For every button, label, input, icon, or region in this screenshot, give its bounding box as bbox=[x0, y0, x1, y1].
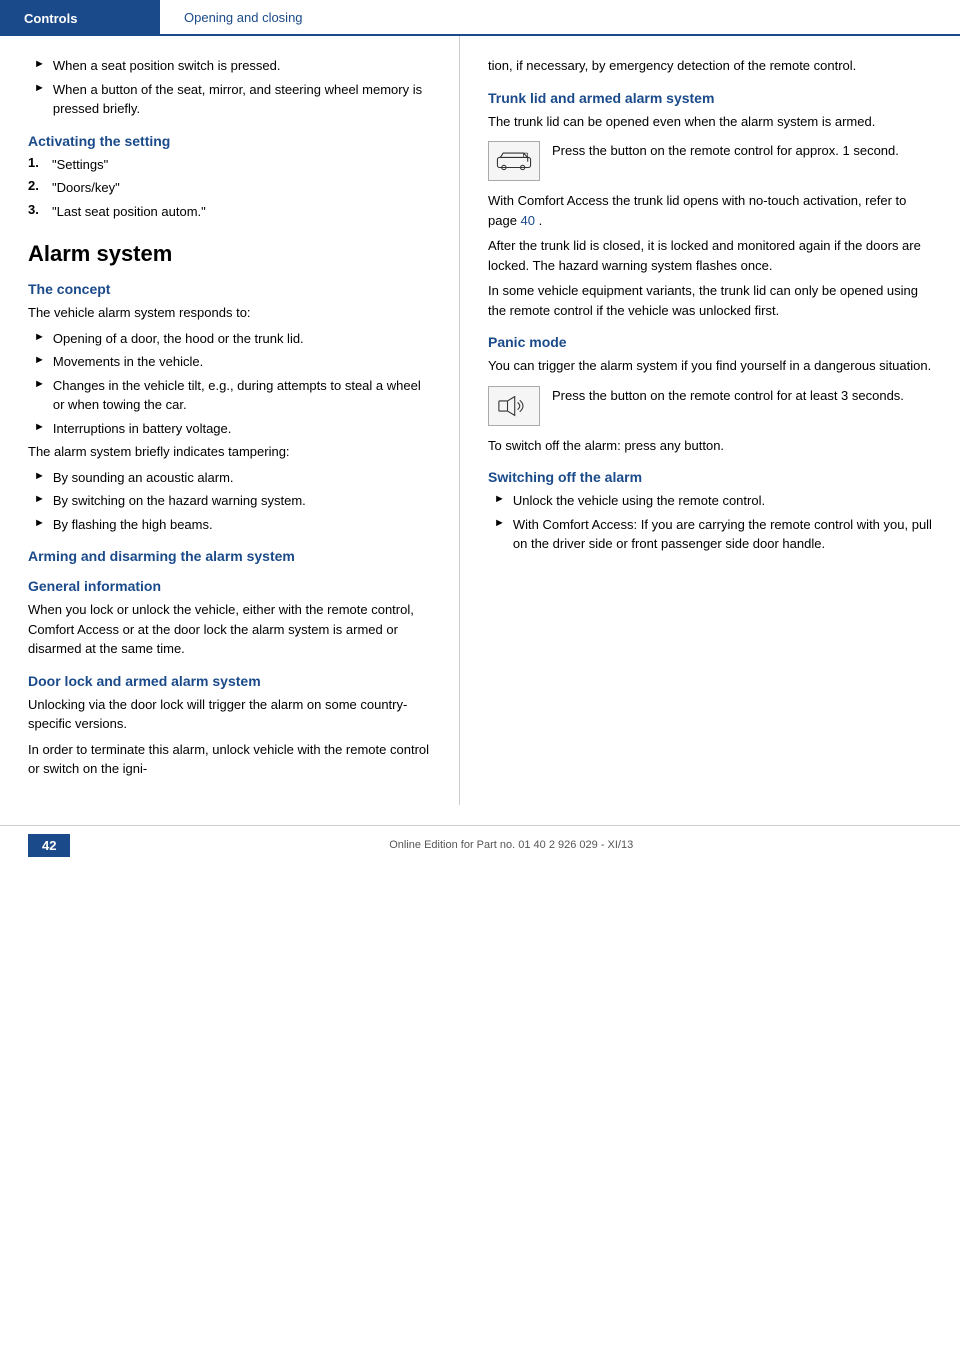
bullet-arrow-icon: ► bbox=[34, 331, 45, 343]
concept-intro: The vehicle alarm system responds to: bbox=[28, 303, 431, 323]
bullet-arrow-icon: ► bbox=[34, 493, 45, 505]
step-number: 2. bbox=[28, 178, 44, 198]
bullet-arrow-icon: ► bbox=[494, 493, 505, 505]
list-item: ► By switching on the hazard warning sys… bbox=[28, 491, 431, 511]
panic-text1: You can trigger the alarm system if you … bbox=[488, 356, 932, 376]
door-lock-text2: In order to terminate this alarm, unlock… bbox=[28, 740, 431, 779]
tab-controls[interactable]: Controls bbox=[0, 0, 160, 36]
concept-bullet-3: Changes in the vehicle tilt, e.g., durin… bbox=[53, 376, 431, 415]
concept-bullet-1: Opening of a door, the hood or the trunk… bbox=[53, 329, 304, 349]
bullet-arrow-icon: ► bbox=[34, 470, 45, 482]
page-number: 42 bbox=[28, 834, 70, 857]
bullet-arrow-icon: ► bbox=[34, 82, 45, 94]
panic-icon-row: Press the button on the remote control f… bbox=[488, 386, 932, 426]
panic-remote-icon bbox=[488, 386, 540, 426]
trunk-text2-span: With Comfort Access the trunk lid opens … bbox=[488, 193, 906, 228]
activating-heading: Activating the setting bbox=[28, 133, 431, 149]
bullet-arrow-icon: ► bbox=[34, 421, 45, 433]
speaker-svg-icon bbox=[496, 392, 532, 420]
switching-heading: Switching off the alarm bbox=[488, 469, 932, 485]
list-item: ► Opening of a door, the hood or the tru… bbox=[28, 329, 431, 349]
panic-text2: To switch off the alarm: press any butto… bbox=[488, 436, 932, 456]
main-content: ► When a seat position switch is pressed… bbox=[0, 36, 960, 805]
trunk-icon-text: Press the button on the remote control f… bbox=[552, 141, 932, 161]
tampering-bullet-3: By flashing the high beams. bbox=[53, 515, 213, 535]
step-number: 3. bbox=[28, 202, 44, 222]
list-item: ► When a button of the seat, mirror, and… bbox=[28, 80, 431, 119]
page-header: Controls Opening and closing bbox=[0, 0, 960, 36]
bullet-arrow-icon: ► bbox=[34, 378, 45, 390]
step-text-3: "Last seat position autom." bbox=[52, 202, 206, 222]
list-item: ► Movements in the vehicle. bbox=[28, 352, 431, 372]
switching-bullet-2: With Comfort Access: If you are carrying… bbox=[513, 515, 932, 554]
tab-opening-closing-label: Opening and closing bbox=[184, 10, 303, 25]
intro-bullet-1: When a seat position switch is pressed. bbox=[53, 56, 281, 76]
door-lock-text1: Unlocking via the door lock will trigger… bbox=[28, 695, 431, 734]
step-text-2: "Doors/key" bbox=[52, 178, 120, 198]
switching-bullet-1: Unlock the vehicle using the remote cont… bbox=[513, 491, 765, 511]
tampering-intro: The alarm system briefly indicates tampe… bbox=[28, 442, 431, 462]
list-item: 1. "Settings" bbox=[28, 155, 431, 175]
tab-controls-label: Controls bbox=[24, 11, 77, 26]
trunk-text1: The trunk lid can be opened even when th… bbox=[488, 112, 932, 132]
door-lock-heading: Door lock and armed alarm system bbox=[28, 673, 431, 689]
list-item: 2. "Doors/key" bbox=[28, 178, 431, 198]
list-item: 3. "Last seat position autom." bbox=[28, 202, 431, 222]
general-heading: General information bbox=[28, 578, 431, 594]
trunk-icon-row: Press the button on the remote control f… bbox=[488, 141, 932, 181]
list-item: ► When a seat position switch is pressed… bbox=[28, 56, 431, 76]
concept-bullet-4: Interruptions in battery voltage. bbox=[53, 419, 232, 439]
right-column: tion, if necessary, by emergency detecti… bbox=[460, 36, 960, 805]
list-item: ► Changes in the vehicle tilt, e.g., dur… bbox=[28, 376, 431, 415]
list-item: ► By flashing the high beams. bbox=[28, 515, 431, 535]
alarm-system-heading: Alarm system bbox=[28, 241, 431, 267]
bullet-arrow-icon: ► bbox=[494, 517, 505, 529]
panic-heading: Panic mode bbox=[488, 334, 932, 350]
concept-heading: The concept bbox=[28, 281, 431, 297]
panic-icon-text: Press the button on the remote control f… bbox=[552, 386, 932, 406]
list-item: ► Unlock the vehicle using the remote co… bbox=[488, 491, 932, 511]
tab-opening-closing[interactable]: Opening and closing bbox=[160, 0, 960, 36]
trunk-text4: In some vehicle equipment variants, the … bbox=[488, 281, 932, 320]
list-item: ► Interruptions in battery voltage. bbox=[28, 419, 431, 439]
list-item: ► By sounding an acoustic alarm. bbox=[28, 468, 431, 488]
list-item: ► With Comfort Access: If you are carryi… bbox=[488, 515, 932, 554]
bullet-arrow-icon: ► bbox=[34, 517, 45, 529]
left-column: ► When a seat position switch is pressed… bbox=[0, 36, 460, 805]
ignition-text: tion, if necessary, by emergency detecti… bbox=[488, 56, 932, 76]
intro-bullet-2: When a button of the seat, mirror, and s… bbox=[53, 80, 431, 119]
trunk-page-ref: 40 bbox=[521, 213, 535, 228]
trunk-remote-icon bbox=[488, 141, 540, 181]
arming-heading: Arming and disarming the alarm system bbox=[28, 548, 431, 564]
trunk-heading: Trunk lid and armed alarm system bbox=[488, 90, 932, 106]
general-text: When you lock or unlock the vehicle, eit… bbox=[28, 600, 431, 659]
tampering-bullet-1: By sounding an acoustic alarm. bbox=[53, 468, 234, 488]
footer-text: Online Edition for Part no. 01 40 2 926 … bbox=[90, 839, 932, 851]
car-svg-icon bbox=[496, 147, 532, 175]
trunk-text2: With Comfort Access the trunk lid opens … bbox=[488, 191, 932, 230]
page-footer: 42 Online Edition for Part no. 01 40 2 9… bbox=[0, 825, 960, 865]
trunk-text2b-span: . bbox=[539, 213, 543, 228]
concept-bullet-2: Movements in the vehicle. bbox=[53, 352, 203, 372]
tampering-bullet-2: By switching on the hazard warning syste… bbox=[53, 491, 306, 511]
bullet-arrow-icon: ► bbox=[34, 58, 45, 70]
step-text-1: "Settings" bbox=[52, 155, 108, 175]
trunk-text3: After the trunk lid is closed, it is loc… bbox=[488, 236, 932, 275]
bullet-arrow-icon: ► bbox=[34, 354, 45, 366]
step-number: 1. bbox=[28, 155, 44, 175]
